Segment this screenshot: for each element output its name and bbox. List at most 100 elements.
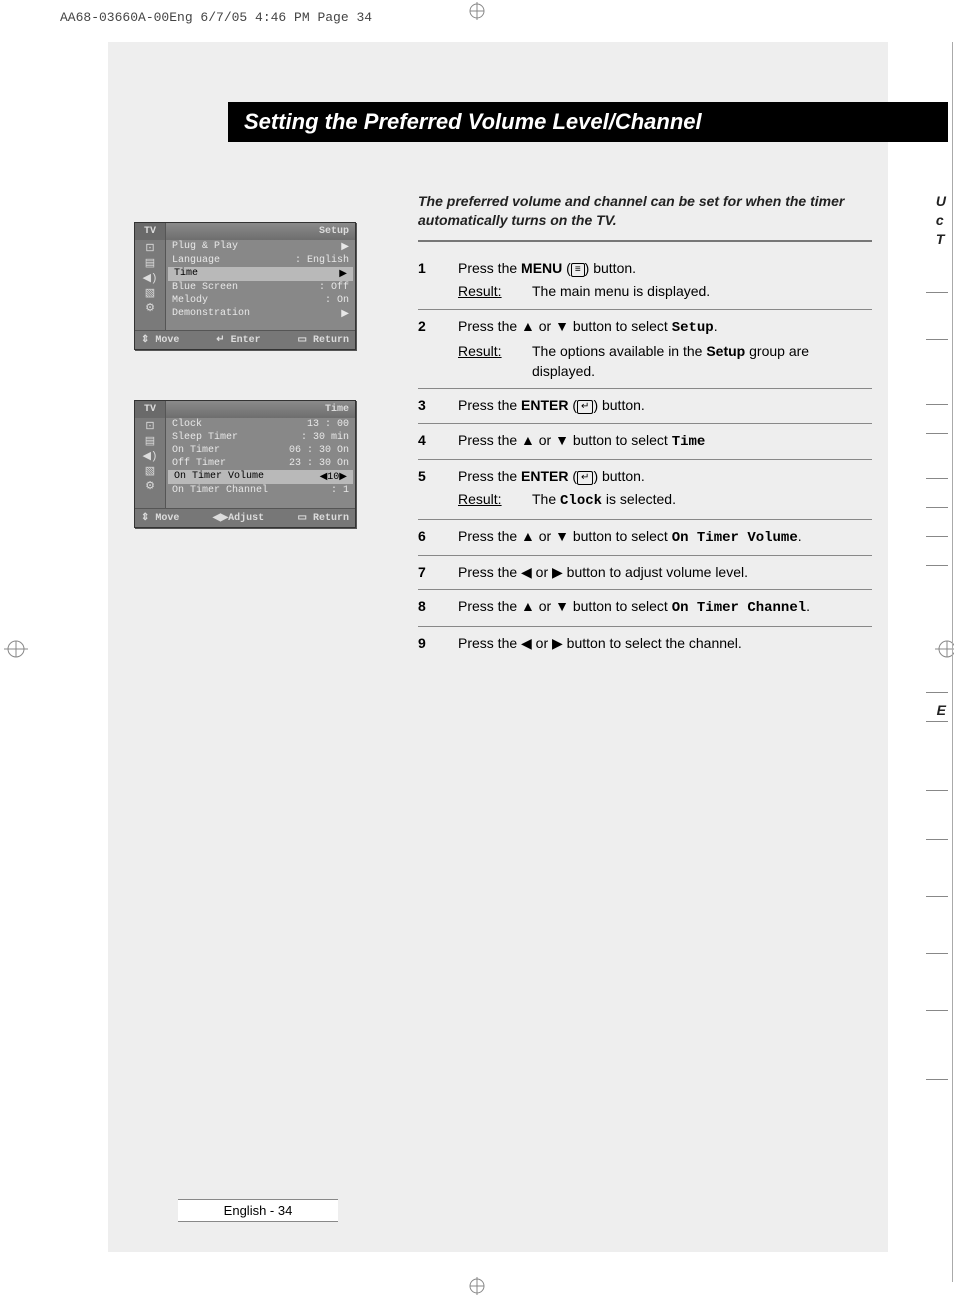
osd-row: On Timer Channel : 1 bbox=[166, 484, 355, 497]
result-text: The options available in the Setup group… bbox=[532, 341, 872, 382]
step: 6Press the ▲ or ▼ button to select On Ti… bbox=[418, 520, 872, 556]
step: 9Press the ◀ or ▶ button to select the c… bbox=[418, 627, 872, 660]
osd-section-label: Time bbox=[166, 401, 355, 418]
osd-row-label: Demonstration bbox=[172, 308, 250, 320]
osd-setup-menu: TV Setup ⊡ ▤ ◀) ▧ ⚙ Plug & Play▶Language… bbox=[134, 222, 356, 350]
channel-icon: ◀) bbox=[135, 448, 165, 463]
osd-row-value: 06 : 30 On bbox=[289, 445, 349, 456]
step: 2Press the ▲ or ▼ button to select Setup… bbox=[418, 310, 872, 390]
osd-move-hint: ⇕ Move bbox=[141, 334, 179, 346]
osd-return-hint: ▭ Return bbox=[298, 334, 349, 346]
osd-move-hint: ⇕ Move bbox=[141, 512, 179, 524]
osd-row-value: ▶ bbox=[341, 241, 349, 253]
step: 8Press the ▲ or ▼ button to select On Ti… bbox=[418, 590, 872, 626]
osd-row-value: 23 : 30 On bbox=[289, 458, 349, 469]
function-icon: ▧ bbox=[135, 285, 165, 300]
crop-mark-top bbox=[468, 2, 486, 20]
osd-tv-label: TV bbox=[135, 401, 166, 418]
setup-icon: ⚙ bbox=[135, 478, 165, 493]
osd-row-value: ◀10▶ bbox=[320, 471, 347, 483]
osd-row-value: : 1 bbox=[331, 485, 349, 496]
step-number: 2 bbox=[418, 316, 458, 382]
osd-row-label: On Timer Channel bbox=[172, 485, 268, 496]
osd-row-label: Melody bbox=[172, 295, 208, 306]
osd-row: Melody : On bbox=[166, 294, 355, 307]
step-number: 1 bbox=[418, 258, 458, 302]
osd-row-label: Clock bbox=[172, 419, 202, 430]
step: 1Press the MENU (≡) button.Result:The ma… bbox=[418, 252, 872, 310]
step-number: 6 bbox=[418, 526, 458, 548]
steps-list: 1Press the MENU (≡) button.Result:The ma… bbox=[418, 252, 872, 660]
osd-row-label: Blue Screen bbox=[172, 282, 238, 293]
osd-time-menu: TV Time ⊡ ▤ ◀) ▧ ⚙ Clock13 : 00Sleep Tim… bbox=[134, 400, 356, 528]
result-label: Result: bbox=[458, 489, 522, 511]
step-number: 9 bbox=[418, 633, 458, 653]
osd-row-label: On Timer bbox=[172, 445, 220, 456]
osd-row: Off Timer 23 : 30 On bbox=[166, 457, 355, 470]
crop-mark-bottom bbox=[468, 1277, 486, 1295]
step-body: Press the ENTER (↵) button.Result:The Cl… bbox=[458, 466, 872, 512]
step: 5Press the ENTER (↵) button.Result:The C… bbox=[418, 460, 872, 520]
osd-row: On Timer Volume ◀10▶ bbox=[168, 470, 353, 484]
osd-row: On Timer 06 : 30 On bbox=[166, 444, 355, 457]
result-text: The main menu is displayed. bbox=[532, 281, 710, 301]
osd-row: Sleep Timer : 30 min bbox=[166, 431, 355, 444]
cutoff-text-top: U c T bbox=[936, 192, 946, 249]
osd-row-label: On Timer Volume bbox=[174, 471, 264, 483]
picture-icon: ⊡ bbox=[135, 240, 165, 255]
sound-icon: ▤ bbox=[135, 255, 165, 270]
step-number: 3 bbox=[418, 395, 458, 415]
osd-row: Time▶ bbox=[168, 267, 353, 281]
osd-row-value: : English bbox=[295, 255, 349, 266]
osd-return-hint: ▭ Return bbox=[298, 512, 349, 524]
step-body: Press the ▲ or ▼ button to select On Tim… bbox=[458, 596, 872, 618]
step: 4Press the ▲ or ▼ button to select Time bbox=[418, 424, 872, 460]
result-text: The Clock is selected. bbox=[532, 489, 676, 511]
blank-icon bbox=[135, 493, 165, 508]
osd-icon-strip: ⊡ ▤ ◀) ▧ ⚙ bbox=[135, 240, 166, 330]
setup-icon: ⚙ bbox=[135, 300, 165, 315]
step-number: 5 bbox=[418, 466, 458, 512]
osd-row: Demonstration ▶ bbox=[166, 307, 355, 321]
step-body: Press the ▲ or ▼ button to select On Tim… bbox=[458, 526, 872, 548]
osd-row-label: Off Timer bbox=[172, 458, 226, 469]
osd-row-value: : 30 min bbox=[301, 432, 349, 443]
osd-row-label: Language bbox=[172, 255, 220, 266]
osd-row-value: : Off bbox=[319, 282, 349, 293]
osd-icon-strip: ⊡ ▤ ◀) ▧ ⚙ bbox=[135, 418, 166, 508]
sound-icon: ▤ bbox=[135, 433, 165, 448]
osd-tv-label: TV bbox=[135, 223, 166, 240]
osd-adjust-hint: ◀▶Adjust bbox=[213, 512, 264, 524]
trim-line bbox=[952, 42, 953, 1282]
osd-row: Clock13 : 00 bbox=[166, 418, 355, 431]
step-body: Press the ◀ or ▶ button to adjust volume… bbox=[458, 562, 872, 582]
osd-row-value: ▶ bbox=[339, 268, 347, 280]
osd-row-label: Sleep Timer bbox=[172, 432, 238, 443]
step-number: 7 bbox=[418, 562, 458, 582]
result-label: Result: bbox=[458, 281, 522, 301]
picture-icon: ⊡ bbox=[135, 418, 165, 433]
osd-row: Language : English bbox=[166, 254, 355, 267]
osd-row: Plug & Play▶ bbox=[166, 240, 355, 254]
step-number: 4 bbox=[418, 430, 458, 452]
function-icon: ▧ bbox=[135, 463, 165, 478]
intro-text: The preferred volume and channel can be … bbox=[418, 192, 872, 242]
result-label: Result: bbox=[458, 341, 522, 382]
step-body: Press the MENU (≡) button.Result:The mai… bbox=[458, 258, 872, 302]
blank-icon bbox=[135, 315, 165, 330]
step-number: 8 bbox=[418, 596, 458, 618]
osd-row-value: ▶ bbox=[341, 308, 349, 320]
side-rules bbox=[926, 292, 948, 566]
osd-enter-hint: ↵ Enter bbox=[216, 334, 260, 346]
osd-row-value: : On bbox=[325, 295, 349, 306]
page-title: Setting the Preferred Volume Level/Chann… bbox=[228, 102, 948, 142]
side-rules-lower bbox=[926, 692, 948, 1080]
crop-mark-left bbox=[4, 637, 28, 661]
osd-section-label: Setup bbox=[166, 223, 355, 240]
step-body: Press the ▲ or ▼ button to select Time bbox=[458, 430, 872, 452]
step-body: Press the ENTER (↵) button. bbox=[458, 395, 872, 415]
osd-row: Blue Screen : Off bbox=[166, 281, 355, 294]
step-body: Press the ▲ or ▼ button to select Setup.… bbox=[458, 316, 872, 382]
page-body: Setting the Preferred Volume Level/Chann… bbox=[108, 42, 888, 1252]
channel-icon: ◀) bbox=[135, 270, 165, 285]
